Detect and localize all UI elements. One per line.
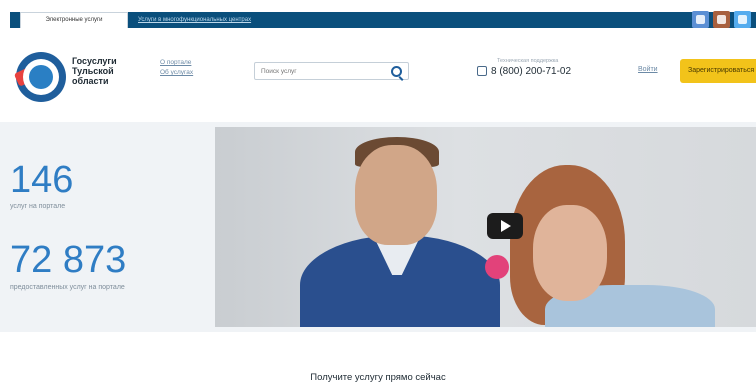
- section-heading: Получите услугу прямо сейчас: [310, 372, 446, 383]
- promo-video[interactable]: [215, 127, 756, 327]
- brand-line-1: Госуслуги: [72, 56, 117, 66]
- search-icon[interactable]: [391, 66, 402, 77]
- vk-icon[interactable]: [692, 11, 709, 28]
- search-box[interactable]: [254, 62, 409, 80]
- top-bar: Электронные услуги Услуги в многофункцио…: [0, 0, 756, 30]
- site-header: Госуслуги Тульской области О портале Об …: [0, 30, 756, 122]
- brand-line-2: Тульской: [72, 66, 114, 76]
- man-head: [355, 145, 437, 245]
- provided-services-count: 72 873: [10, 239, 127, 281]
- about-portal-link[interactable]: О портале: [160, 58, 193, 68]
- phone-icon: [477, 66, 487, 77]
- services-count-label: услуг на портале: [10, 203, 66, 210]
- login-link[interactable]: Войти: [638, 66, 658, 73]
- brand-name[interactable]: Госуслуги Тульской области: [72, 56, 142, 86]
- pink-gadget: [485, 255, 509, 279]
- tab-electronic-services[interactable]: Электронные услуги: [20, 12, 128, 28]
- support-label: Техническая поддержка: [497, 58, 559, 64]
- twitter-icon[interactable]: [734, 11, 751, 28]
- instagram-icon[interactable]: [713, 11, 730, 28]
- about-services-link[interactable]: Об услугах: [160, 68, 193, 78]
- support-block: Техническая поддержка 8 (800) 200-71-02: [477, 58, 571, 77]
- support-phone[interactable]: 8 (800) 200-71-02: [477, 66, 571, 77]
- search-input[interactable]: [261, 65, 381, 77]
- header-links: О портале Об услугах: [160, 58, 193, 78]
- tab-mfc-services[interactable]: Услуги в многофункциональных центрах: [138, 12, 251, 28]
- phone-number: 8 (800) 200-71-02: [491, 66, 572, 77]
- provided-services-label: предоставленных услуг на портале: [10, 284, 125, 291]
- gosuslugi-logo-icon[interactable]: [13, 52, 66, 102]
- services-count: 146: [10, 159, 74, 201]
- register-button[interactable]: Зарегистрироваться: [680, 59, 756, 83]
- play-button-icon[interactable]: [487, 213, 523, 239]
- brand-line-3: области: [72, 76, 109, 86]
- woman-face: [533, 205, 607, 301]
